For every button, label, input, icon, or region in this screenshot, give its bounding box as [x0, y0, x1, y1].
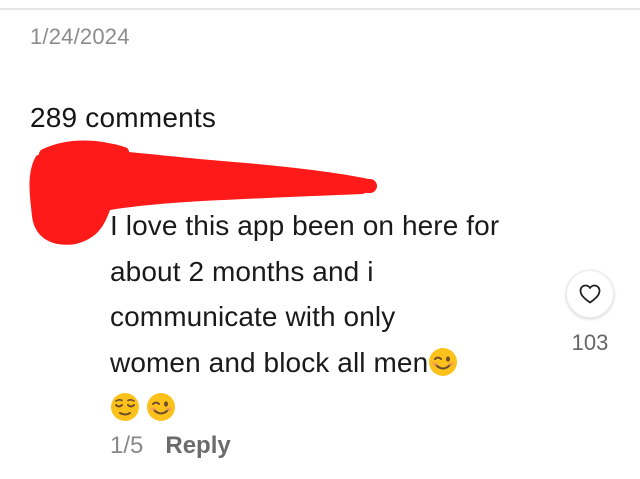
winking-face-emoji-icon: [146, 392, 176, 422]
comment-line: about 2 months and i: [110, 255, 374, 287]
winking-face-emoji-icon: [428, 347, 458, 377]
comment-line-with-emoji: women and block all men: [110, 340, 550, 386]
comments-count-heading: 289 comments: [30, 102, 217, 133]
reply-page-indicator: 1/5: [110, 432, 144, 459]
emoji-row: [110, 385, 550, 431]
comment-line: communicate with only: [110, 301, 396, 332]
post-date: 1/24/2024: [30, 24, 130, 49]
relieved-face-emoji-icon: [110, 392, 140, 422]
comment-item: I love this app been on here for about 2…: [0, 140, 640, 479]
comment-line: women and block all men: [110, 346, 429, 378]
comment-line: I love this app been on here for: [110, 210, 500, 241]
heart-outline-icon: [579, 284, 601, 304]
top-divider: [0, 8, 640, 10]
reply-button[interactable]: Reply: [165, 432, 230, 459]
comment-body: I love this app been on here for about 2…: [110, 203, 550, 431]
like-button[interactable]: [566, 270, 614, 318]
like-area: 103: [560, 270, 620, 356]
like-count: 103: [571, 330, 609, 355]
comment-meta: 1/5 Reply: [110, 432, 231, 460]
